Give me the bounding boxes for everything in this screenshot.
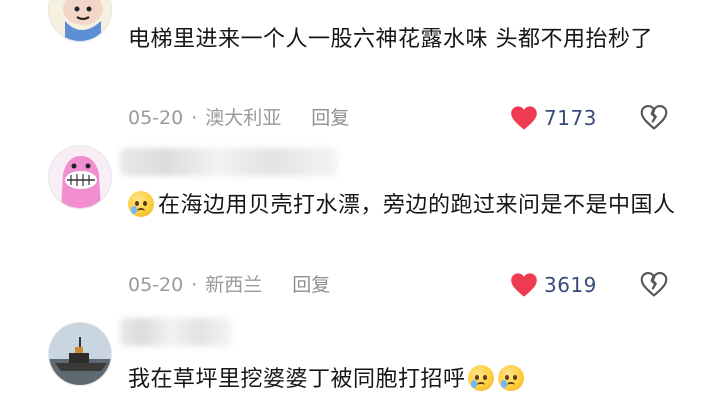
comment-meta: 05-20 · 澳大利亚 回复 xyxy=(128,101,349,135)
crying-laughing-emoji-icon xyxy=(497,365,524,391)
comment-meta: 05-20 · 新西兰 回复 xyxy=(128,268,330,302)
comment-text-content: 我在草坪里挖婆婆丁被同胞打招呼 xyxy=(128,367,466,392)
tearful-emoji-icon xyxy=(128,191,154,217)
heart-icon xyxy=(511,106,537,130)
comment-date: 05-20 xyxy=(128,274,184,296)
comment-text: 在海边用贝壳打水漂，旁边的跑过来问是不是中国人 xyxy=(128,186,676,226)
separator-dot: · xyxy=(191,107,198,129)
like-count: 3619 xyxy=(544,273,597,297)
crying-laughing-emoji-icon xyxy=(467,365,494,391)
cartoon-avatar-icon xyxy=(49,0,111,41)
reply-button[interactable]: 回复 xyxy=(292,268,330,302)
comment-text: 电梯里进来一个人一股六神花露水味 头都不用抬秒了 xyxy=(128,27,653,52)
user-avatar[interactable] xyxy=(48,0,112,42)
comment-location: 澳大利亚 xyxy=(205,107,282,129)
ship-photo-avatar-icon xyxy=(49,323,111,385)
comment-text: 我在草坪里挖婆婆丁被同胞打招呼 xyxy=(128,360,676,400)
heart-icon xyxy=(511,273,537,297)
comment-date: 05-20 xyxy=(128,107,184,129)
user-avatar[interactable] xyxy=(48,322,112,386)
comment-location: 新西兰 xyxy=(205,274,263,296)
like-button[interactable]: 3619 xyxy=(510,268,597,302)
reply-button[interactable]: 回复 xyxy=(311,101,349,135)
broken-heart-icon[interactable] xyxy=(640,271,668,299)
like-count: 7173 xyxy=(544,106,597,130)
separator-dot: · xyxy=(191,274,198,296)
like-button[interactable]: 7173 xyxy=(510,101,597,135)
comment-text-content: 在海边用贝壳打水漂，旁边的跑过来问是不是中国人 xyxy=(158,193,676,218)
broken-heart-icon[interactable] xyxy=(640,104,668,132)
pink-monster-avatar-icon xyxy=(49,146,111,208)
user-avatar[interactable] xyxy=(48,145,112,209)
username-blurred[interactable] xyxy=(120,318,232,346)
username-blurred[interactable] xyxy=(120,148,338,176)
